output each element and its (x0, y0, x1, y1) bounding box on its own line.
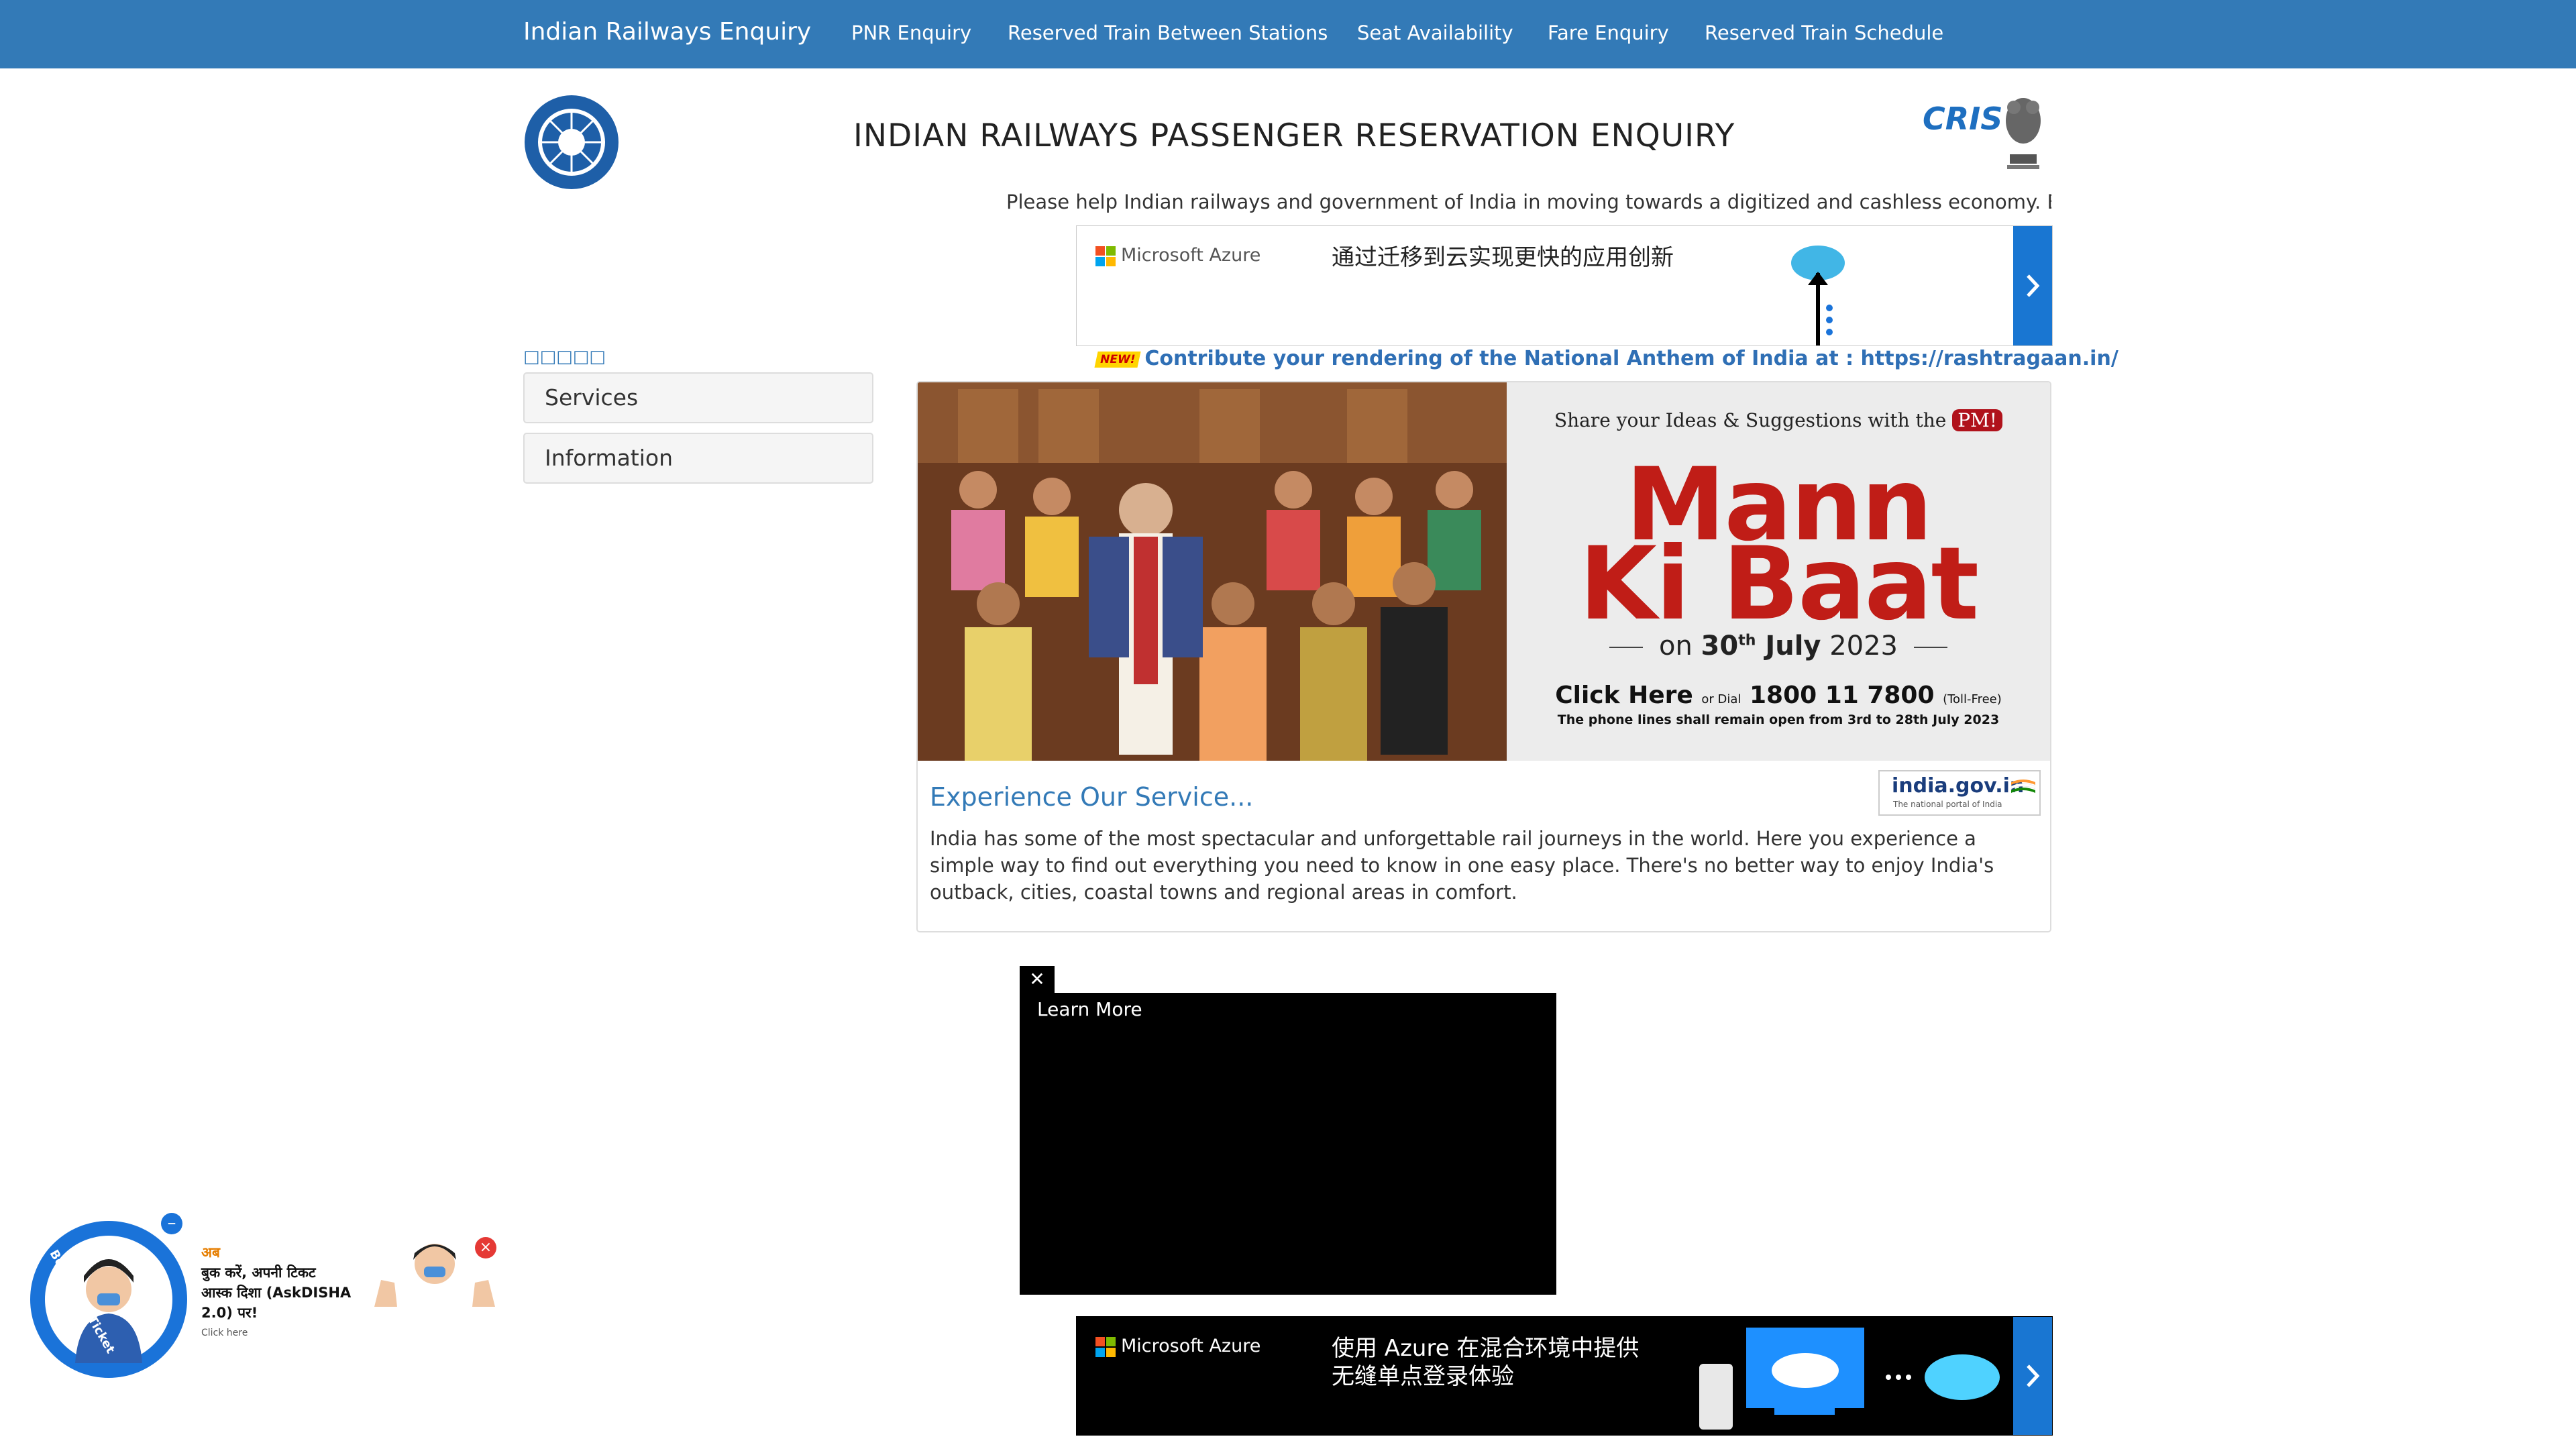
askdisha-chatbot-button[interactable]: AskDISHA 2.0 Book Train Ticket (30, 1195, 215, 1378)
ad-text: 通过迁移到云实现更快的应用创新 (1332, 244, 1674, 271)
chevron-right-icon (2027, 1364, 2040, 1387)
ad-next-button[interactable] (2013, 1317, 2052, 1435)
banner-click-here[interactable]: Click Here or Dial 1800 11 7800 (Toll-Fr… (1507, 682, 2050, 709)
cashless-marquee: Please help Indian railways and governme… (1006, 191, 2051, 213)
nav-link-seat-availability[interactable]: Seat Availability (1357, 21, 1513, 44)
banner-text-panel: Share your Ideas & Suggestions with the … (1507, 382, 2050, 761)
india-gov-sub: The national portal of India (1893, 800, 2002, 809)
sidebar-item-services[interactable]: Services (523, 372, 873, 423)
azure-ad-top[interactable]: Microsoft Azure 通过迁移到云实现更快的应用创新 (1076, 225, 2053, 346)
ad-brand: Microsoft Azure (1095, 245, 1260, 266)
anthem-announcement-link[interactable]: NEW! Contribute your rendering of the Nat… (1094, 347, 2118, 370)
banner-top-line: Share your Ideas & Suggestions with the … (1507, 409, 2050, 431)
chevron-right-icon (2027, 274, 2040, 297)
indian-railways-logo (523, 94, 620, 191)
learn-more-link[interactable]: Learn More (1037, 998, 1142, 1020)
banner-date: on 30th July 2023 (1507, 631, 2050, 661)
banner-title-line2: Ki Baat (1578, 526, 1979, 643)
page-title: INDIAN RAILWAYS PASSENGER RESERVATION EN… (853, 117, 1735, 154)
disha-promo-text[interactable]: अब बुक करें, अपनी टिकट आस्क दिशा (AskDIS… (201, 1242, 376, 1343)
sidebar-item-information[interactable]: Information (523, 433, 873, 484)
nav-link-fare-enquiry[interactable]: Fare Enquiry (1548, 21, 1669, 44)
nav-link-reserved-train-between-stations[interactable]: Reserved Train Between Stations (1008, 21, 1328, 44)
india-gov-logo-link[interactable]: india.gov.in The national portal of Indi… (1878, 770, 2041, 816)
cris-logo: CRIS (1923, 94, 2051, 191)
national-emblem-icon (2006, 98, 2041, 169)
video-close-button[interactable]: ✕ (1020, 966, 1055, 993)
microsoft-logo-icon (1095, 1336, 1116, 1357)
nav-link-reserved-train-schedule[interactable]: Reserved Train Schedule (1705, 21, 1943, 44)
mann-ki-baat-banner[interactable]: Share your Ideas & Suggestions with the … (918, 382, 2050, 761)
disha-close-button[interactable]: × (475, 1237, 496, 1258)
main-panel: Share your Ideas & Suggestions with the … (916, 381, 2051, 932)
azure-ad-bottom[interactable]: Microsoft Azure 使用 Azure 在混合环境中提供无缝单点登录体… (1076, 1316, 2053, 1436)
new-badge: NEW! (1094, 351, 1141, 368)
announcement-text: Contribute your rendering of the Nationa… (1144, 347, 2118, 370)
nav-link-pnr-enquiry[interactable]: PNR Enquiry (851, 21, 971, 44)
sidebar-heading: □□□□□ (523, 347, 606, 367)
video-ad-player[interactable]: Learn More (1020, 993, 1556, 1295)
nav-brand[interactable]: Indian Railways Enquiry (523, 18, 811, 46)
experience-body: India has some of the most spectacular a… (930, 827, 1994, 904)
disha-minimize-button[interactable]: – (161, 1213, 182, 1234)
experience-title: Experience Our Service... (930, 782, 1254, 812)
india-flag-icon (2011, 780, 2035, 793)
hybrid-cloud-illustration-icon (1699, 1328, 2000, 1430)
microsoft-logo-icon (1095, 246, 1116, 266)
ad-text: 使用 Azure 在混合环境中提供无缝单点登录体验 (1332, 1335, 1640, 1390)
india-gov-label: india.gov.in (1892, 774, 2025, 798)
ad-next-button[interactable] (2013, 226, 2052, 345)
banner-phone-note: The phone lines shall remain open from 3… (1557, 712, 2000, 727)
cris-logo-text: CRIS (1923, 101, 2003, 137)
cloud-upload-icon (1791, 246, 1845, 345)
ad-brand: Microsoft Azure (1095, 1336, 1260, 1357)
banner-photo (918, 382, 1507, 761)
top-navbar: Indian Railways Enquiry PNR Enquiry Rese… (0, 0, 2576, 68)
